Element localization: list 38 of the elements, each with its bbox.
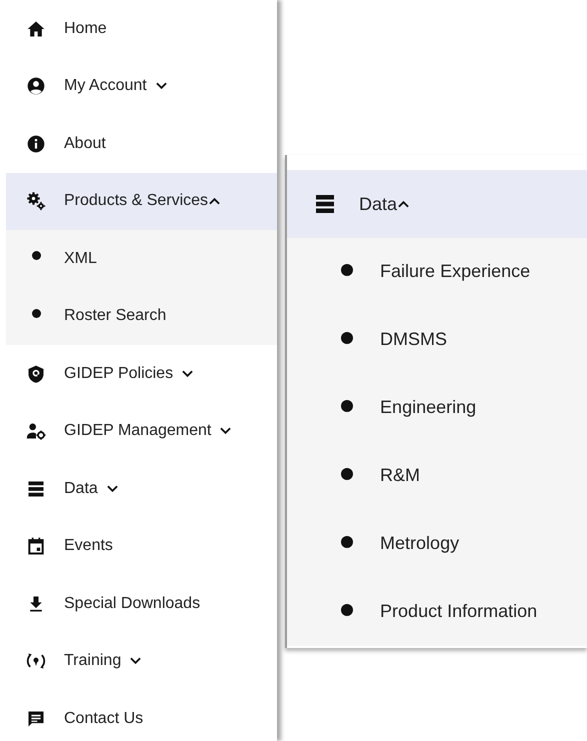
user-gear-icon [26,421,46,442]
menu-item[interactable]: Products & Services [6,172,278,230]
home-icon [26,18,46,39]
info-icon [26,134,46,154]
calendar-icon [26,536,46,556]
bullet-icon [32,308,41,318]
submenu-item[interactable]: Roster Search [6,288,278,345]
menu-item[interactable]: Data [6,460,278,518]
bullet-icon [341,400,354,412]
bullet-icon [341,536,354,548]
user-circle-icon [26,76,46,96]
menu-item[interactable]: Special Downloads [6,575,278,632]
menu-item[interactable]: Home [6,0,278,58]
menu-item[interactable]: About [6,115,278,172]
submenu-item[interactable]: Failure Experience [287,238,587,306]
submenu-item[interactable]: XML [6,230,278,288]
submenu-item[interactable]: Metrology [287,510,587,578]
bullet-icon [341,264,354,276]
submenu-item[interactable]: Engineering [287,374,587,442]
menu-item[interactable]: Contact Us [6,690,278,741]
menu-item[interactable]: My Account [6,58,278,115]
menu-item[interactable]: GIDEP Management [6,402,278,460]
bullet-icon [341,468,354,480]
gears-icon [26,191,46,212]
chat-icon [26,708,46,729]
bullet-icon [341,604,354,616]
menu-item[interactable]: Training [6,632,278,690]
bullet-icon [32,251,41,260]
menu-item[interactable]: Data [287,170,587,238]
shield-icon [26,364,46,384]
menu-item[interactable]: GIDEP Policies [6,345,278,402]
bullet-icon [341,332,354,344]
rotating-arrows-icon [26,651,46,672]
submenu-item[interactable]: R&M [287,442,587,510]
submenu-item[interactable]: Product Information [287,578,587,646]
submenu-item[interactable]: DMSMS [287,306,587,374]
bars-icon [26,478,46,499]
menu-item[interactable]: Events [6,518,278,575]
